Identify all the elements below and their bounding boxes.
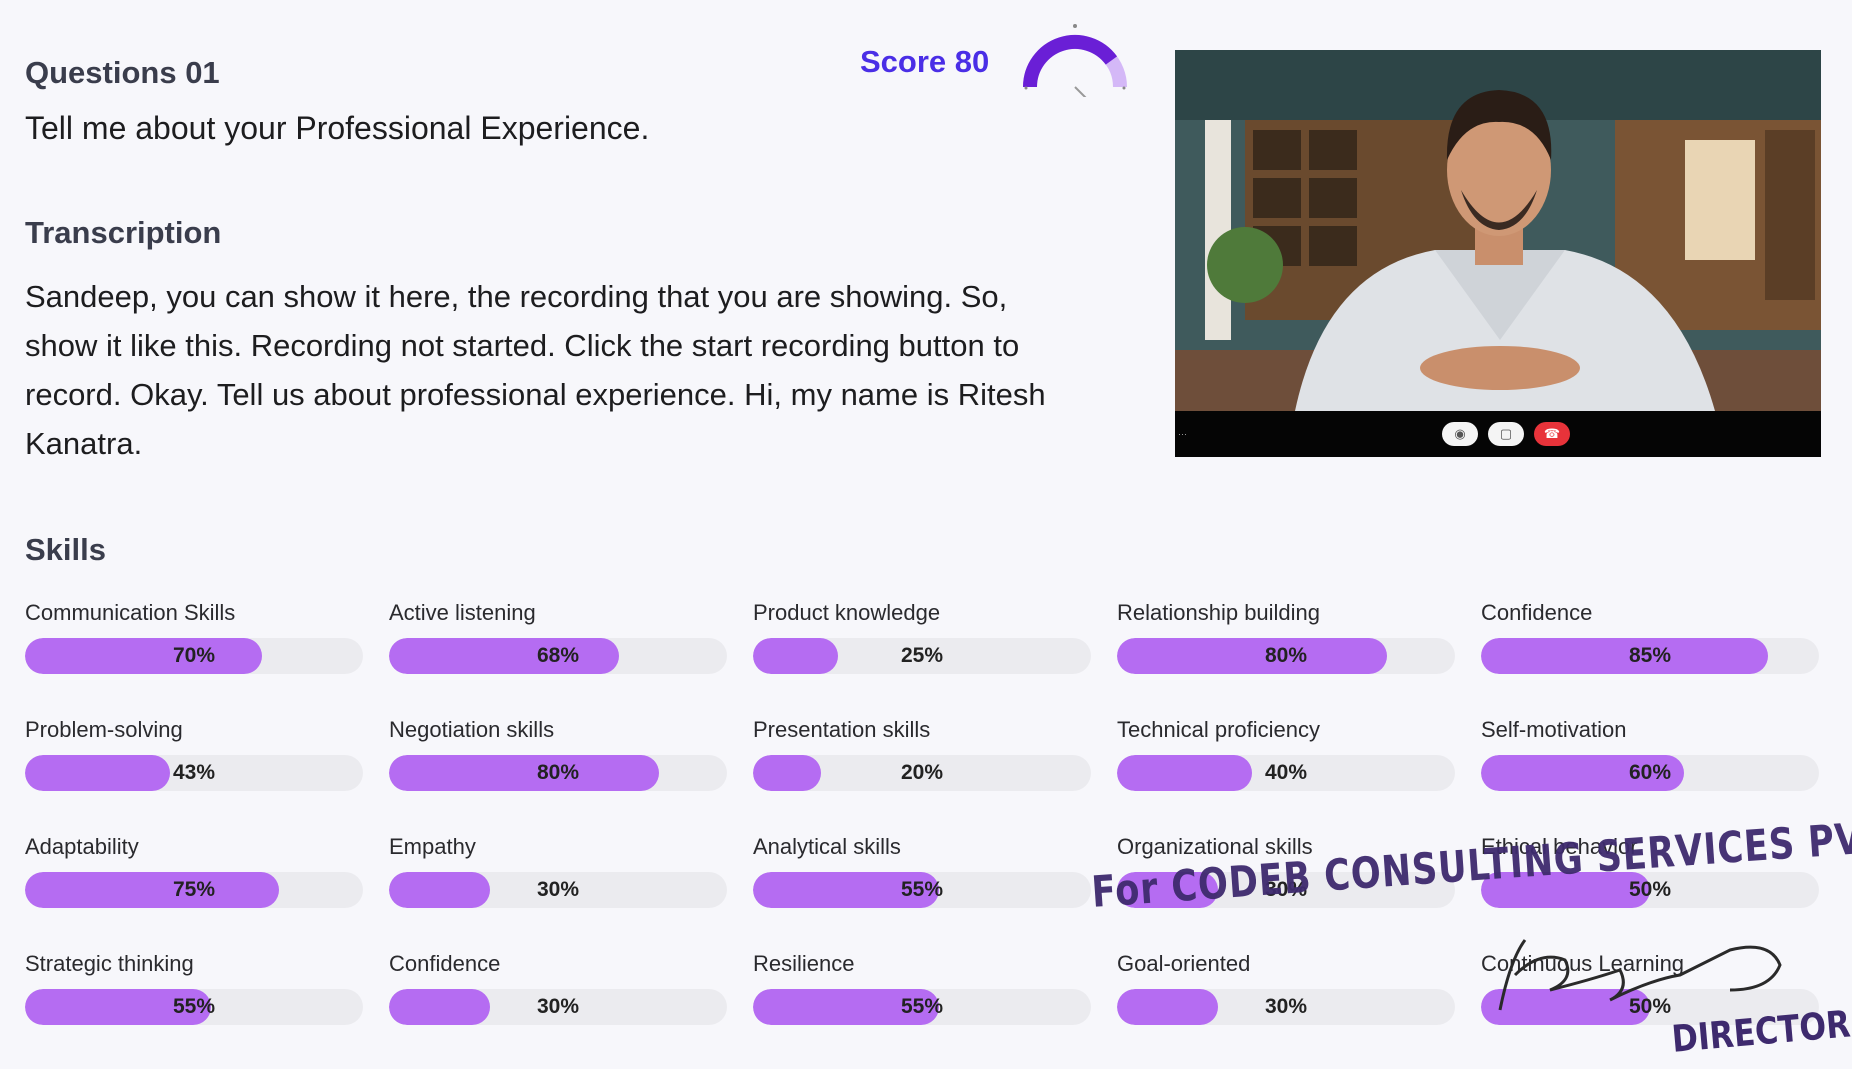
skill-progress-track: 85% (1481, 638, 1819, 674)
skill-percent: 30% (536, 878, 580, 901)
skill-name: Resilience (753, 951, 855, 976)
skill-item: Confidence 85% (1481, 600, 1819, 684)
skill-name: Confidence (1481, 600, 1593, 625)
end-call-button[interactable]: ☎ (1534, 422, 1570, 446)
video-feed-image (1175, 50, 1821, 457)
skill-item: Communication Skills 70% (25, 600, 363, 684)
skill-item: Analytical skills 55% (753, 834, 1091, 918)
skill-progress-track: 55% (753, 989, 1091, 1025)
skill-name: Problem-solving (25, 717, 183, 742)
camera-icon: ▢ (1499, 426, 1513, 441)
skill-percent: 70% (172, 644, 216, 667)
skill-item: Strategic thinking 55% (25, 951, 363, 1035)
skill-name: Self-motivation (1481, 717, 1627, 742)
skill-item: Relationship building 80% (1117, 600, 1455, 684)
skill-progress-track: 43% (25, 755, 363, 791)
skill-progress-track: 20% (753, 755, 1091, 791)
skill-progress-track: 70% (25, 638, 363, 674)
skill-name: Empathy (389, 834, 476, 859)
mic-icon: ◉ (1454, 426, 1466, 441)
question-text: Tell me about your Professional Experien… (25, 110, 650, 146)
skill-percent: 60% (1628, 761, 1672, 784)
skill-item: Confidence 30% (389, 951, 727, 1035)
skill-item: Goal-oriented 30% (1117, 951, 1455, 1035)
skill-item: Self-motivation 60% (1481, 717, 1819, 801)
skill-name: Adaptability (25, 834, 139, 859)
skill-percent: 85% (1628, 644, 1672, 667)
skill-percent: 55% (900, 995, 944, 1018)
skill-progress-track: 55% (25, 989, 363, 1025)
skill-progress-track: 75% (25, 872, 363, 908)
skill-item: Adaptability 75% (25, 834, 363, 918)
skill-percent: 40% (1264, 761, 1308, 784)
score-label: Score 80 (860, 44, 990, 79)
skill-progress-track: 30% (389, 872, 727, 908)
skill-progress-track: 60% (1481, 755, 1819, 791)
skill-progress-track: 30% (1117, 989, 1455, 1025)
skill-item: Active listening 68% (389, 600, 727, 684)
skill-progress-track: 25% (753, 638, 1091, 674)
question-label: Questions 01 (25, 55, 220, 90)
skill-item: Negotiation skills 80% (389, 717, 727, 801)
skill-progress-track: 30% (389, 989, 727, 1025)
skill-name: Active listening (389, 600, 536, 625)
skill-name: Goal-oriented (1117, 951, 1251, 976)
video-call-panel[interactable]: ··· ◉ ▢ ☎ (1175, 50, 1821, 457)
skills-label: Skills (25, 532, 106, 567)
skill-item: Technical proficiency 40% (1117, 717, 1455, 801)
skill-name: Strategic thinking (25, 951, 194, 976)
skill-item: Problem-solving 43% (25, 717, 363, 801)
skill-progress-track: 80% (389, 755, 727, 791)
skill-item: Empathy 30% (389, 834, 727, 918)
skill-progress-track: 68% (389, 638, 727, 674)
skill-item: Product knowledge 25% (753, 600, 1091, 684)
skill-name: Communication Skills (25, 600, 236, 625)
score-gauge-icon (1023, 24, 1127, 97)
skill-name: Product knowledge (753, 600, 941, 625)
skill-percent: 75% (172, 878, 216, 901)
skill-name: Confidence (389, 951, 501, 976)
transcription-label: Transcription (25, 215, 222, 250)
skill-item: Resilience 55% (753, 951, 1091, 1035)
skill-percent: 55% (900, 878, 944, 901)
skill-item: Presentation skills 20% (753, 717, 1091, 801)
skill-percent: 30% (1264, 995, 1308, 1018)
transcription-text: Sandeep, you can show it here, the recor… (25, 279, 1046, 461)
skill-progress-track: 80% (1117, 638, 1455, 674)
skill-name: Analytical skills (753, 834, 901, 859)
skill-progress-track: 55% (753, 872, 1091, 908)
call-controls-bar: ··· ◉ ▢ ☎ (1175, 411, 1821, 457)
call-controls-hint: ··· (1178, 429, 1187, 439)
skill-percent: 80% (1264, 644, 1308, 667)
camera-button[interactable]: ▢ (1488, 422, 1524, 446)
mic-button[interactable]: ◉ (1442, 422, 1478, 446)
skill-percent: 43% (172, 761, 216, 784)
skill-percent: 80% (536, 761, 580, 784)
skill-name: Technical proficiency (1117, 717, 1320, 742)
skill-percent: 68% (536, 644, 580, 667)
skill-percent: 25% (900, 644, 944, 667)
skill-name: Relationship building (1117, 600, 1321, 625)
skill-progress-track: 40% (1117, 755, 1455, 791)
skill-percent: 20% (900, 761, 944, 784)
end-call-icon: ☎ (1543, 426, 1561, 441)
skill-name: Negotiation skills (389, 717, 555, 742)
skill-name: Presentation skills (753, 717, 931, 742)
skill-percent: 30% (536, 995, 580, 1018)
skill-percent: 55% (172, 995, 216, 1018)
